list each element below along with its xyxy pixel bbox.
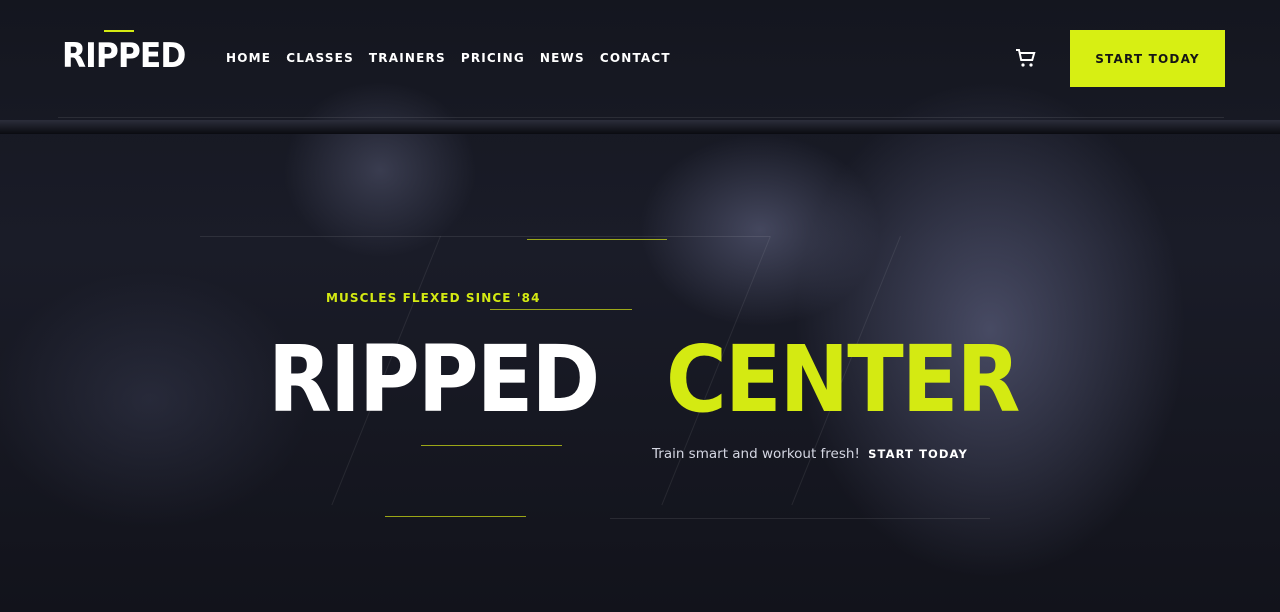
hero-title-white: RIPPED: [268, 326, 600, 433]
nav-pricing[interactable]: PRICING: [461, 51, 525, 65]
main-nav: HOME CLASSES TRAINERS PRICING NEWS CONTA…: [226, 51, 671, 65]
start-today-button[interactable]: START TODAY: [1070, 30, 1225, 87]
nav-contact[interactable]: CONTACT: [600, 51, 671, 65]
hero-title-accent: CENTER: [666, 326, 1020, 433]
accent-line: [421, 445, 562, 446]
hero-start-today-link[interactable]: START TODAY: [868, 447, 968, 461]
barbell: [0, 120, 1280, 134]
cart-icon[interactable]: [1014, 46, 1038, 70]
nav-news[interactable]: NEWS: [540, 51, 585, 65]
accent-line: [385, 516, 526, 517]
hero-eyebrow: MUSCLES FLEXED SINCE '84: [326, 291, 541, 305]
accent-line: [527, 239, 667, 240]
logo[interactable]: RIPPED: [62, 36, 186, 76]
nav-home[interactable]: HOME: [226, 51, 271, 65]
hero-subtitle-text: Train smart and workout fresh!: [652, 446, 860, 462]
hero-subtitle: Train smart and workout fresh! START TOD…: [652, 446, 968, 462]
nav-trainers[interactable]: TRAINERS: [369, 51, 446, 65]
grid-line: [610, 518, 990, 519]
grid-line: [200, 236, 770, 237]
logo-accent: [104, 30, 134, 32]
site-header: RIPPED HOME CLASSES TRAINERS PRICING NEW…: [0, 0, 1280, 118]
nav-classes[interactable]: CLASSES: [286, 51, 354, 65]
accent-line: [490, 309, 632, 310]
